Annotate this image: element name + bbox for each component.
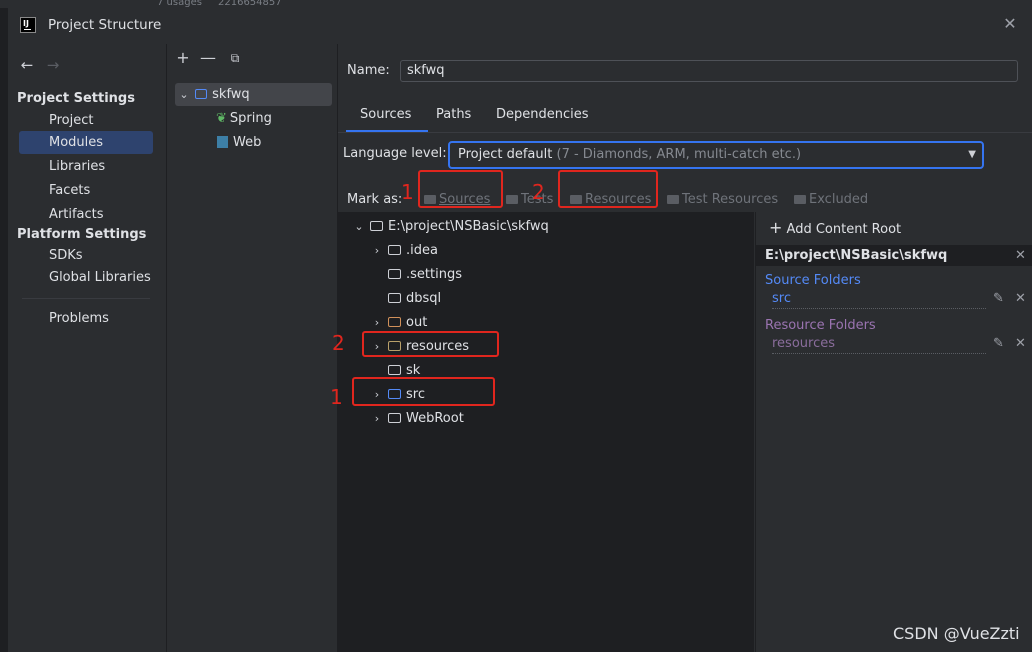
add-content-root-button[interactable]: + Add Content Root bbox=[769, 218, 901, 237]
add-icon: + bbox=[769, 218, 783, 237]
sidebar-item-sdks[interactable]: SDKs bbox=[19, 244, 153, 267]
tab-dependencies[interactable]: Dependencies bbox=[496, 104, 589, 126]
annotation-box-resources-folder bbox=[362, 331, 499, 357]
annotation-number: 2 bbox=[532, 180, 545, 204]
hash-hint: 2216654857 bbox=[218, 0, 282, 8]
sidebar-item-facets[interactable]: Facets bbox=[19, 179, 153, 202]
sidebar-item-problems[interactable]: Problems bbox=[19, 307, 153, 330]
content-root-path: E:\project\NSBasic\skfwq ✕ bbox=[756, 245, 1032, 266]
module-row-skfwq[interactable]: ⌄ skfwq bbox=[175, 83, 332, 106]
background-strip: 7 usages 2216654857 bbox=[0, 0, 1032, 8]
annotation-number: 1 bbox=[401, 180, 414, 204]
forward-arrow-icon[interactable]: → bbox=[45, 57, 61, 73]
folder-icon bbox=[388, 293, 401, 303]
section-platform-settings: Platform Settings bbox=[17, 227, 147, 242]
annotation-box-src-folder bbox=[352, 377, 495, 406]
folder-icon bbox=[370, 221, 383, 231]
module-folder-icon bbox=[195, 89, 208, 99]
mark-as-tests-button[interactable]: Tests bbox=[506, 191, 553, 209]
language-level-label: Language level: bbox=[343, 146, 447, 161]
active-tab-indicator bbox=[346, 130, 428, 132]
tree-row-dbsql[interactable]: dbsql bbox=[388, 287, 441, 311]
dropdown-arrow-icon: ▼ bbox=[968, 149, 976, 160]
name-label: Name: bbox=[347, 63, 390, 78]
language-level-select[interactable]: Project default (7 - Diamonds, ARM, mult… bbox=[448, 141, 984, 169]
annotation-box-sources bbox=[418, 170, 503, 208]
tree-row-idea[interactable]: › .idea bbox=[370, 239, 438, 263]
remove-root-icon[interactable]: ✕ bbox=[1015, 245, 1026, 266]
sidebar-item-project[interactable]: Project bbox=[19, 109, 153, 132]
annotation-number: 2 bbox=[332, 331, 345, 355]
folder-icon bbox=[506, 195, 518, 204]
folder-icon bbox=[388, 269, 401, 279]
excluded-folder-icon bbox=[794, 195, 806, 204]
remove-icon[interactable]: — bbox=[200, 50, 216, 66]
settings-sidebar: ← → Project Settings Project Modules Lib… bbox=[8, 44, 167, 652]
content-root-panel: + Add Content Root E:\project\NSBasic\sk… bbox=[755, 212, 1032, 652]
sidebar-item-artifacts[interactable]: Artifacts bbox=[19, 203, 153, 226]
tab-paths[interactable]: Paths bbox=[436, 104, 471, 126]
tree-row-root[interactable]: ⌄ E:\project\NSBasic\skfwq bbox=[352, 215, 548, 239]
source-folder-entry[interactable]: src bbox=[772, 291, 986, 309]
edit-pencil-icon[interactable]: ✎ bbox=[993, 336, 1004, 351]
module-name-field[interactable]: skfwq bbox=[400, 60, 1018, 82]
annotation-box-resources bbox=[558, 170, 658, 208]
remove-resource-icon[interactable]: ✕ bbox=[1015, 336, 1026, 351]
usages-hint: 7 usages bbox=[157, 0, 202, 8]
facet-row-web[interactable]: Web bbox=[217, 131, 261, 154]
dialog-title: Project Structure bbox=[48, 17, 162, 33]
spring-leaf-icon: ❦ bbox=[216, 111, 227, 126]
tree-row-webroot[interactable]: › WebRoot bbox=[370, 407, 464, 431]
mark-as-test-resources-button[interactable]: Test Resources bbox=[667, 191, 778, 209]
folder-icon bbox=[388, 245, 401, 255]
section-project-settings: Project Settings bbox=[17, 91, 135, 106]
close-icon[interactable]: ✕ bbox=[1000, 14, 1020, 34]
title-bar: IJ Project Structure ✕ bbox=[8, 8, 1032, 44]
annotation-number: 1 bbox=[330, 385, 343, 409]
resource-folder-entry[interactable]: resources bbox=[772, 336, 986, 354]
language-level-value: Project default bbox=[458, 147, 553, 162]
chevron-right-icon: › bbox=[374, 412, 380, 425]
folder-icon bbox=[388, 365, 401, 375]
excluded-folder-icon bbox=[388, 317, 401, 327]
back-arrow-icon[interactable]: ← bbox=[19, 57, 35, 73]
mark-as-excluded-button[interactable]: Excluded bbox=[794, 191, 868, 209]
watermark: CSDN @VueZzti bbox=[893, 624, 1020, 643]
remove-source-icon[interactable]: ✕ bbox=[1015, 291, 1026, 306]
module-list-pane: + — ⧉ ⌄ skfwq ❦ Spring Web bbox=[167, 44, 338, 652]
sidebar-item-global-libraries[interactable]: Global Libraries bbox=[19, 266, 153, 289]
sidebar-item-modules[interactable]: Modules bbox=[19, 131, 153, 154]
facet-label: Web bbox=[233, 135, 262, 150]
facet-row-spring[interactable]: ❦ Spring bbox=[216, 107, 272, 130]
module-name: skfwq bbox=[212, 87, 250, 102]
test-resources-folder-icon bbox=[667, 195, 679, 204]
content-root-tree: ⌄ E:\project\NSBasic\skfwq › .idea .settin… bbox=[338, 212, 754, 652]
mark-as-label: Mark as: bbox=[347, 192, 403, 207]
web-facet-icon bbox=[217, 136, 228, 148]
chevron-down-icon: ⌄ bbox=[354, 220, 364, 233]
tab-sources[interactable]: Sources bbox=[360, 104, 411, 126]
chevron-down-icon: ⌄ bbox=[179, 88, 189, 101]
source-folders-title: Source Folders bbox=[765, 273, 861, 288]
sidebar-divider bbox=[22, 298, 150, 299]
facet-label: Spring bbox=[229, 111, 272, 126]
project-structure-dialog: IJ Project Structure ✕ ← → Project Setti… bbox=[8, 8, 1032, 652]
tabs-divider bbox=[338, 132, 1032, 133]
folder-icon bbox=[388, 413, 401, 423]
sidebar-item-libraries[interactable]: Libraries bbox=[19, 155, 153, 178]
edit-pencil-icon[interactable]: ✎ bbox=[993, 291, 1004, 306]
language-level-detail: (7 - Diamonds, ARM, multi-catch etc.) bbox=[556, 147, 802, 162]
add-icon[interactable]: + bbox=[175, 50, 191, 66]
tree-row-settings[interactable]: .settings bbox=[388, 263, 462, 287]
chevron-right-icon: › bbox=[374, 244, 380, 257]
copy-icon[interactable]: ⧉ bbox=[227, 50, 243, 66]
intellij-logo-icon: IJ bbox=[20, 17, 36, 33]
resource-folders-title: Resource Folders bbox=[765, 318, 876, 333]
